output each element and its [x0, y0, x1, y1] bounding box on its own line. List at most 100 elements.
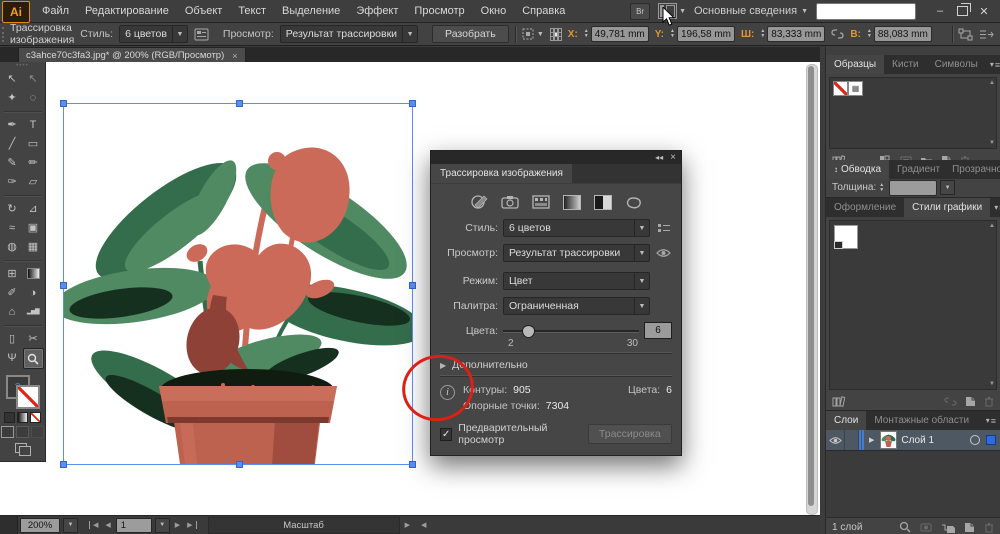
- tab-artboards[interactable]: Монтажные области: [866, 411, 977, 430]
- transform-options-button[interactable]: ▼: [521, 27, 544, 41]
- window-minimize-button[interactable]: –: [930, 3, 950, 19]
- type-tool[interactable]: T: [23, 115, 44, 134]
- mode-dropdown[interactable]: Цвет ▼: [503, 272, 650, 290]
- palette-dropdown[interactable]: Ограниченная ▼: [503, 297, 650, 315]
- blob-brush-tool[interactable]: ✑: [2, 172, 23, 191]
- delete-layer-icon[interactable]: [984, 522, 994, 533]
- style-dropdown[interactable]: 6 цветов ▼: [119, 25, 188, 43]
- slice-tool[interactable]: ✂: [23, 329, 44, 348]
- magic-wand-tool[interactable]: ✦: [2, 88, 23, 107]
- selection-handle[interactable]: [236, 100, 243, 107]
- menu-4[interactable]: Выделение: [274, 0, 348, 22]
- document-tab[interactable]: c3ahce70c3fa3.jpg* @ 200% (RGB/Просмотр)…: [18, 47, 246, 63]
- layer-thumbnail[interactable]: [880, 431, 897, 449]
- shape-builder-tool[interactable]: ◍: [2, 237, 23, 256]
- stroke-weight-field[interactable]: [889, 180, 937, 196]
- panel-dock-icon[interactable]: [979, 29, 994, 40]
- eyedropper-tool[interactable]: ✐: [2, 283, 23, 302]
- tab-transparency[interactable]: Прозрачность: [948, 160, 1000, 179]
- swatch-list[interactable]: ▦ ▲ ▼: [829, 77, 997, 149]
- layer-target-icon[interactable]: [970, 435, 980, 445]
- high-color-preset-icon[interactable]: [501, 194, 519, 210]
- tab-graphic-styles[interactable]: Стили графики: [904, 198, 990, 217]
- break-link-icon[interactable]: [944, 396, 957, 407]
- layer-selected-indicator[interactable]: [986, 435, 996, 445]
- lasso-tool[interactable]: ◌: [23, 88, 44, 107]
- line-segment-tool[interactable]: ╱: [2, 134, 23, 153]
- zoom-level-field[interactable]: 200%: [20, 518, 60, 533]
- menu-0[interactable]: Файл: [34, 0, 77, 22]
- selection-tool[interactable]: ↖: [2, 69, 23, 88]
- first-artboard-button[interactable]: ◀: [89, 521, 100, 529]
- preview-checkbox[interactable]: ✓: [440, 428, 452, 441]
- direct-selection-tool[interactable]: ↖: [23, 69, 44, 88]
- pen-tool[interactable]: ✒: [2, 115, 23, 134]
- swatch-registration-pattern[interactable]: ▦: [848, 81, 863, 96]
- menu-3[interactable]: Текст: [230, 0, 274, 22]
- window-close-button[interactable]: ✕: [974, 3, 994, 19]
- menu-2[interactable]: Объект: [177, 0, 230, 22]
- close-icon[interactable]: ×: [670, 152, 676, 163]
- bridge-button[interactable]: Br: [630, 3, 650, 20]
- mesh-tool[interactable]: ⊞: [2, 264, 23, 283]
- scroll-left-icon[interactable]: ◀: [419, 521, 428, 529]
- tab-layers[interactable]: Слои: [826, 411, 866, 430]
- swatch-none[interactable]: [833, 81, 848, 96]
- layer-row[interactable]: ▶ Слой 1: [826, 430, 1000, 451]
- tab-image-trace[interactable]: Трассировка изображения: [431, 164, 572, 183]
- zoom-tool[interactable]: [23, 348, 44, 369]
- paintbrush-tool[interactable]: ✎: [2, 153, 23, 172]
- hand-tool[interactable]: Ψ: [2, 348, 23, 367]
- layer-expand-icon[interactable]: ▶: [867, 436, 876, 444]
- eye-icon[interactable]: [655, 248, 672, 258]
- stroke-swatch-none[interactable]: [16, 385, 40, 409]
- column-graph-tool[interactable]: ▂▅▇: [23, 302, 44, 321]
- scroll-down-icon[interactable]: ▼: [989, 381, 995, 387]
- width-tool[interactable]: ≈: [2, 218, 23, 237]
- low-color-preset-icon[interactable]: [532, 194, 550, 210]
- fill-stroke-control[interactable]: ?: [6, 375, 40, 409]
- selection-handle[interactable]: [409, 461, 416, 468]
- height-stepper[interactable]: ▲▼: [867, 29, 872, 39]
- preset-menu-icon[interactable]: [655, 223, 672, 234]
- screen-mode-button[interactable]: [15, 443, 31, 455]
- scroll-up-icon[interactable]: ▲: [989, 80, 995, 86]
- workspace-switcher[interactable]: Основные сведения ▼: [694, 5, 808, 17]
- color-button[interactable]: [4, 412, 15, 423]
- style-libraries-icon[interactable]: [832, 396, 845, 407]
- tab-brushes[interactable]: Кисти: [884, 55, 927, 74]
- stroke-weight-stepper[interactable]: ▲▼: [879, 183, 884, 193]
- advanced-disclosure[interactable]: ▶ Дополнительно: [440, 353, 672, 376]
- new-style-icon[interactable]: [965, 396, 976, 407]
- eraser-tool[interactable]: ▱: [23, 172, 44, 191]
- width-field[interactable]: 83,333 mm: [767, 26, 825, 42]
- perspective-grid-tool[interactable]: ▦: [23, 237, 44, 256]
- symbol-sprayer-tool[interactable]: ⌂: [2, 302, 23, 321]
- panel-grip[interactable]: ••••: [0, 62, 45, 69]
- menu-8[interactable]: Справка: [514, 0, 573, 22]
- reference-point-selector[interactable]: [550, 28, 562, 40]
- window-restore-button[interactable]: [952, 3, 972, 19]
- style-dropdown[interactable]: 6 цветов ▼: [503, 219, 650, 237]
- x-field[interactable]: 49,781 mm: [591, 26, 649, 42]
- panel-menu-icon[interactable]: ▾≡: [982, 411, 1000, 430]
- selection-handle[interactable]: [236, 461, 243, 468]
- height-field[interactable]: 88,083 mm: [874, 26, 932, 42]
- auto-color-preset-icon[interactable]: [470, 194, 488, 210]
- constrain-proportions-icon[interactable]: [831, 28, 844, 40]
- artboard-dropdown-icon[interactable]: ▼: [155, 518, 170, 533]
- panel-menu-icon[interactable]: ▾≡: [986, 55, 1000, 74]
- clipping-mask-icon[interactable]: [920, 522, 932, 533]
- locate-object-icon[interactable]: [899, 521, 911, 533]
- selection-handle[interactable]: [409, 282, 416, 289]
- last-artboard-button[interactable]: ▶: [185, 521, 196, 529]
- new-layer-icon[interactable]: [964, 522, 975, 533]
- artboard-tool[interactable]: ▯: [2, 329, 23, 348]
- artboard-number-field[interactable]: 1: [116, 518, 152, 533]
- status-display[interactable]: Масштаб: [208, 517, 400, 534]
- new-sublayer-icon[interactable]: [941, 522, 955, 533]
- slider-thumb[interactable]: [522, 325, 535, 338]
- x-stepper[interactable]: ▲▼: [584, 29, 589, 39]
- collapse-panel-icon[interactable]: ◂◂: [655, 153, 663, 162]
- delete-style-icon[interactable]: [984, 396, 994, 407]
